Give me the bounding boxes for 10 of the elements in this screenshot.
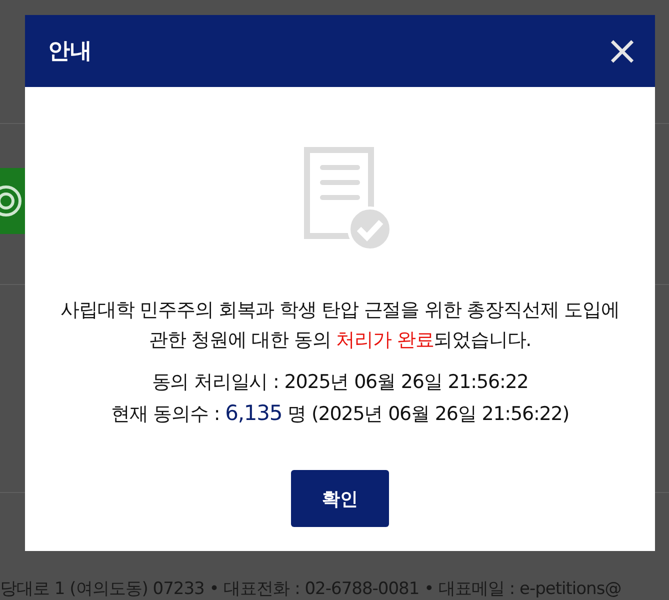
dialog-title: 안내 xyxy=(48,38,92,66)
message-text: 사립대학 민주주의 회복과 학생 탄압 근절을 위한 총장직선제 도입에 관한 청원에 대한 동의 처리가 완료되었습니다. xyxy=(60,298,620,353)
processed-time-text: 동의 처리일시 : 2025년 06월 26일 21:56:22 xyxy=(152,370,528,395)
document-check-icon xyxy=(304,147,392,251)
count-label: 현재 동의수 : xyxy=(110,403,221,425)
agreement-count: 6,135 xyxy=(225,401,282,425)
count-date: 명 (2025년 06월 26일 21:56:22) xyxy=(286,403,570,425)
close-button[interactable]: × xyxy=(601,31,643,71)
confirm-button[interactable]: 확인 xyxy=(291,470,389,527)
logo-icon xyxy=(0,168,26,234)
